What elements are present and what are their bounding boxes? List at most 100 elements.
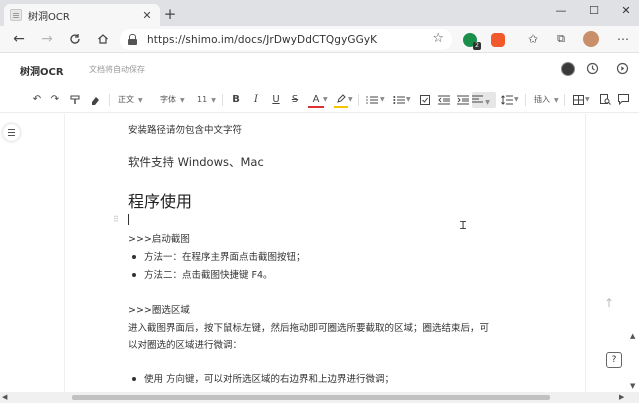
more-icon[interactable]: ⋯ xyxy=(614,30,632,48)
font-color-button[interactable]: A xyxy=(308,92,324,108)
insert-label: 插入 xyxy=(534,95,550,104)
tab-title: 树洞OCR xyxy=(28,11,70,23)
scroll-right-arrow-icon[interactable]: ▶ xyxy=(619,393,624,401)
chevron-down-icon[interactable]: ▼ xyxy=(348,92,353,108)
align-left-button[interactable]: ▼ xyxy=(472,92,496,108)
chevron-down-icon[interactable]: ▼ xyxy=(380,92,385,108)
outline-rail xyxy=(0,114,66,392)
format-painter-icon[interactable] xyxy=(68,92,82,108)
find-icon[interactable] xyxy=(598,92,612,108)
scroll-up-arrow-icon[interactable]: ▲ xyxy=(630,332,635,340)
collections-icon[interactable]: ⧉ xyxy=(552,30,570,48)
document-favicon-icon xyxy=(10,9,22,21)
strikethrough-button[interactable]: S xyxy=(289,92,301,108)
browser-tab-strip: 树洞OCR ✕ + — ☐ ✕ xyxy=(0,0,639,26)
font-color-label: A xyxy=(312,94,320,105)
list-item-text: 方法二：点击截图快捷键 F4。 xyxy=(144,270,273,281)
chevron-down-icon[interactable]: ▼ xyxy=(585,92,590,108)
extension-shield-icon[interactable]: 2 xyxy=(463,33,481,50)
user-avatar[interactable] xyxy=(561,62,575,76)
underline-button[interactable]: U xyxy=(270,92,282,108)
maximize-button[interactable]: ☐ xyxy=(586,4,602,17)
menu-line-icon xyxy=(8,132,15,133)
forward-arrow-icon[interactable]: → xyxy=(38,30,56,48)
help-button[interactable]: ? xyxy=(606,352,622,368)
italic-button[interactable]: I xyxy=(250,92,262,108)
chevron-down-icon[interactable]: ▼ xyxy=(323,92,328,108)
list-item-text: 方法一：在程序主界面点击截图按钮； xyxy=(144,252,306,263)
format-toolbar: ↶ ↷ 正文 ▼ 字体 ▼ 11 ▼ B I U S A ▼ ▼ ▼ ▼ ▼ ▼ 插入… xyxy=(0,87,639,113)
back-arrow-icon[interactable]: ← xyxy=(10,30,28,48)
chevron-down-icon: ▼ xyxy=(485,99,490,106)
list-item: 使用 方向键，可以对所选区域的右边界和上边界进行微调； xyxy=(132,371,394,385)
bullet-icon xyxy=(132,376,136,381)
paragraph-style-select[interactable]: 正文 ▼ xyxy=(118,92,143,108)
bullet-list-icon[interactable] xyxy=(391,92,407,108)
paragraph-style-label: 正文 xyxy=(118,95,134,104)
block-drag-handle-icon[interactable]: ⠿ xyxy=(113,215,119,224)
toolbar-divider xyxy=(222,94,223,106)
history-icon[interactable] xyxy=(584,60,600,76)
url-field[interactable]: https://shimo.im/docs/JrDwyDdCTQgyGGyK ☆ xyxy=(120,29,452,50)
scroll-left-arrow-icon[interactable]: ◀ xyxy=(2,393,7,401)
text-caret xyxy=(128,214,129,225)
outline-menu-button[interactable] xyxy=(3,124,20,141)
close-window-button[interactable]: ✕ xyxy=(618,4,634,17)
text-cursor-icon: Ɪ xyxy=(460,219,467,232)
indent-icon[interactable] xyxy=(456,92,470,108)
ordered-list-icon[interactable] xyxy=(364,92,380,108)
paragraph: 安装路径请勿包含中文字符 xyxy=(128,125,243,136)
outdent-icon[interactable] xyxy=(437,92,451,108)
bullet-icon xyxy=(132,254,136,259)
new-tab-button[interactable]: + xyxy=(162,5,178,23)
refresh-icon[interactable] xyxy=(66,30,84,48)
comment-icon[interactable] xyxy=(616,92,630,108)
vertical-scrollbar[interactable]: ▲ ▼ xyxy=(629,330,639,392)
toolbar-divider xyxy=(564,94,565,106)
table-icon[interactable] xyxy=(571,92,585,108)
bold-button[interactable]: B xyxy=(230,92,242,108)
favorites-icon[interactable]: ✩ xyxy=(524,30,542,48)
chevron-down-icon: ▼ xyxy=(138,97,143,104)
font-family-select[interactable]: 字体 ▼ xyxy=(160,92,185,108)
list-item: 方法二：点击截图快捷键 F4。 xyxy=(132,267,273,281)
horizontal-scrollbar[interactable]: ◀ ▶ xyxy=(0,392,639,403)
clear-format-icon[interactable] xyxy=(88,92,102,108)
redo-icon[interactable]: ↷ xyxy=(48,92,62,108)
line-spacing-icon[interactable] xyxy=(500,92,514,108)
save-status: 文档将自动保存 xyxy=(89,65,145,74)
chevron-down-icon: ▼ xyxy=(211,97,216,104)
star-icon[interactable]: ☆ xyxy=(432,31,444,46)
chevron-down-icon: ▼ xyxy=(180,97,185,104)
list-item: 方法一：在程序主界面点击截图按钮； xyxy=(132,249,306,263)
doc-title[interactable]: 树洞OCR xyxy=(20,63,64,78)
scroll-down-arrow-icon[interactable]: ▼ xyxy=(630,382,635,390)
doc-header: 树洞OCR 文档将自动保存 xyxy=(0,54,639,84)
highlight-icon[interactable] xyxy=(334,92,348,108)
toolbar-divider xyxy=(109,94,110,106)
page-margin-line xyxy=(64,114,65,392)
minimize-button[interactable]: — xyxy=(553,4,569,17)
list-item-text: 使用 方向键，可以对所选区域的右边界和上边界进行微调； xyxy=(144,374,395,385)
profile-avatar[interactable] xyxy=(583,31,599,47)
chevron-down-icon[interactable]: ▼ xyxy=(406,92,411,108)
close-tab-icon[interactable]: ✕ xyxy=(140,9,154,22)
section-title: >>>圈选区域 xyxy=(128,305,190,316)
scroll-to-top-button[interactable]: ↑ xyxy=(598,292,620,314)
font-size-select[interactable]: 11 ▼ xyxy=(197,92,216,108)
document-editor[interactable]: ⠿ Ɪ 安装路径请勿包含中文字符 软件支持 Windows、Mac 程序使用 >… xyxy=(0,114,639,392)
chevron-down-icon: ▼ xyxy=(554,97,559,104)
home-icon[interactable] xyxy=(94,30,112,48)
undo-icon[interactable]: ↶ xyxy=(30,92,44,108)
chevron-down-icon[interactable]: ▼ xyxy=(514,92,519,108)
heading: 程序使用 xyxy=(128,192,193,211)
browser-tab[interactable]: 树洞OCR ✕ xyxy=(4,4,160,26)
address-bar-row: ← → https://shimo.im/docs/JrDwyDdCTQgyGG… xyxy=(0,26,639,53)
extension-ocr-icon[interactable] xyxy=(491,33,505,47)
present-icon[interactable] xyxy=(614,60,630,76)
insert-menu[interactable]: 插入 ▼ xyxy=(534,92,559,108)
page-margin-line xyxy=(585,114,586,392)
font-family-label: 字体 xyxy=(160,95,176,104)
checklist-icon[interactable] xyxy=(418,92,432,108)
scrollbar-thumb[interactable] xyxy=(72,395,550,400)
